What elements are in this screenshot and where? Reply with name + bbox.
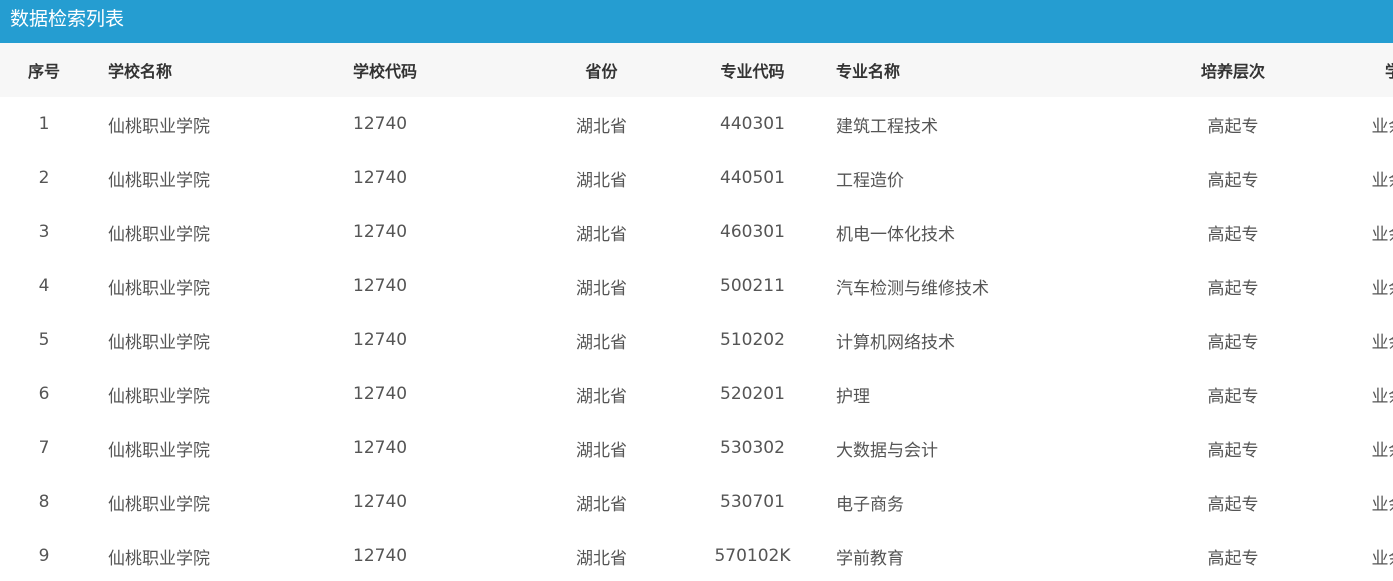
table-body: 1 仙桃职业学院 12740 湖北省 440301 建筑工程技术 高起专 业余 … [0,97,1393,581]
cell-study-mode: 业余 [1371,278,1393,299]
cell-major-name: 电子商务 [836,494,904,515]
cell-school-code: 12740 [353,222,408,242]
table-row: 8 仙桃职业学院 12740 湖北省 530701 电子商务 高起专 业余 [0,475,1393,529]
header-index: 序号 [27,62,60,81]
cell-school-name: 仙桃职业学院 [108,278,210,299]
cell-school-name: 仙桃职业学院 [108,386,210,407]
cell-province: 湖北省 [576,440,627,461]
cell-major-code: 460301 [720,222,785,242]
cell-major-code: 520201 [720,384,785,404]
cell-study-mode: 业余 [1371,170,1393,191]
cell-study-mode: 业余 [1371,494,1393,515]
cell-school-name: 仙桃职业学院 [108,548,210,569]
cell-major-code: 530701 [720,492,785,512]
cell-level: 高起专 [1207,494,1259,515]
cell-major-code: 530302 [720,438,785,458]
cell-major-name: 学前教育 [836,548,904,569]
header-major-code: 专业代码 [720,62,785,81]
cell-school-name: 仙桃职业学院 [108,224,210,245]
table-row: 2 仙桃职业学院 12740 湖北省 440501 工程造价 高起专 业余 [0,151,1393,205]
header-study-mode: 学习形式 [1384,62,1393,81]
table-header: 序号 学校名称 学校代码 省份 专业代码 专业名称 培养层次 学习形式 [0,43,1393,97]
cell-province: 湖北省 [576,224,627,245]
cell-major-name: 建筑工程技术 [836,116,938,137]
cell-index: 2 [38,168,50,188]
cell-index: 1 [38,114,50,134]
cell-major-code: 440501 [720,168,785,188]
cell-level: 高起专 [1207,224,1259,245]
cell-school-name: 仙桃职业学院 [108,170,210,191]
cell-school-code: 12740 [353,114,408,134]
cell-province: 湖北省 [576,332,627,353]
table-row: 4 仙桃职业学院 12740 湖北省 500211 汽车检测与维修技术 高起专 … [0,259,1393,313]
cell-index: 3 [38,222,50,242]
cell-province: 湖北省 [576,116,627,137]
cell-province: 湖北省 [576,494,627,515]
table-row: 6 仙桃职业学院 12740 湖北省 520201 护理 高起专 业余 [0,367,1393,421]
header-school-code: 学校代码 [353,62,418,81]
cell-index: 7 [38,438,50,458]
cell-study-mode: 业余 [1371,224,1393,245]
cell-school-code: 12740 [353,546,408,566]
table-row: 1 仙桃职业学院 12740 湖北省 440301 建筑工程技术 高起专 业余 [0,97,1393,151]
cell-school-code: 12740 [353,168,408,188]
cell-level: 高起专 [1207,278,1259,299]
cell-level: 高起专 [1207,440,1259,461]
cell-province: 湖北省 [576,278,627,299]
cell-major-code: 440301 [720,114,785,134]
cell-study-mode: 业余 [1371,386,1393,407]
cell-study-mode: 业余 [1371,116,1393,137]
data-search-panel: 数据检索列表 序号 学校名称 学校代码 省份 专业代码 专业名称 培养层次 学习… [0,0,1393,581]
table-row: 5 仙桃职业学院 12740 湖北省 510202 计算机网络技术 高起专 业余 [0,313,1393,367]
cell-study-mode: 业余 [1371,332,1393,353]
header-level: 培养层次 [1200,62,1265,81]
cell-school-code: 12740 [353,438,408,458]
cell-school-code: 12740 [353,276,408,296]
cell-index: 5 [38,330,50,350]
cell-study-mode: 业余 [1371,548,1393,569]
cell-major-name: 汽车检测与维修技术 [836,278,989,299]
cell-major-name: 机电一体化技术 [836,224,955,245]
cell-school-name: 仙桃职业学院 [108,440,210,461]
cell-level: 高起专 [1207,386,1259,407]
cell-school-code: 12740 [353,492,408,512]
cell-province: 湖北省 [576,170,627,191]
cell-major-name: 护理 [836,386,870,407]
cell-index: 6 [38,384,50,404]
cell-school-code: 12740 [353,384,408,404]
table-row: 9 仙桃职业学院 12740 湖北省 570102K 学前教育 高起专 业余 [0,529,1393,581]
cell-school-name: 仙桃职业学院 [108,116,210,137]
cell-index: 8 [38,492,50,512]
header-row: 序号 学校名称 学校代码 省份 专业代码 专业名称 培养层次 学习形式 [0,43,1393,97]
cell-study-mode: 业余 [1371,440,1393,461]
cell-province: 湖北省 [576,548,627,569]
cell-province: 湖北省 [576,386,627,407]
cell-school-name: 仙桃职业学院 [108,332,210,353]
cell-school-name: 仙桃职业学院 [108,494,210,515]
cell-index: 4 [38,276,50,296]
cell-major-name: 计算机网络技术 [836,332,955,353]
header-province: 省份 [585,62,618,81]
cell-major-code: 510202 [720,330,785,350]
cell-index: 9 [38,546,50,566]
cell-level: 高起专 [1207,116,1259,137]
cell-major-name: 大数据与会计 [836,440,938,461]
cell-level: 高起专 [1207,170,1259,191]
table-row: 3 仙桃职业学院 12740 湖北省 460301 机电一体化技术 高起专 业余 [0,205,1393,259]
cell-school-code: 12740 [353,330,408,350]
cell-level: 高起专 [1207,548,1259,569]
cell-level: 高起专 [1207,332,1259,353]
header-major-name: 专业名称 [836,62,901,81]
cell-major-name: 工程造价 [836,170,904,191]
panel-title: 数据检索列表 [0,0,1393,43]
table-row: 7 仙桃职业学院 12740 湖北省 530302 大数据与会计 高起专 业余 [0,421,1393,475]
cell-major-code: 500211 [720,276,785,296]
results-table: 序号 学校名称 学校代码 省份 专业代码 专业名称 培养层次 学习形式 1 仙桃… [0,43,1393,581]
cell-major-code: 570102K [714,546,791,566]
header-school-name: 学校名称 [108,62,173,81]
